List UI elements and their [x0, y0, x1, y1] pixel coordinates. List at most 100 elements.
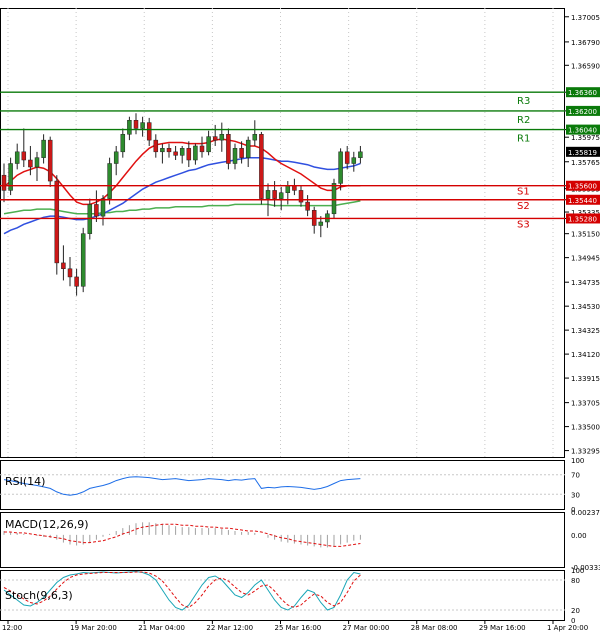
candle-body: [74, 276, 79, 287]
level-price-label: 1.35440: [568, 197, 597, 205]
candle-body: [173, 151, 178, 156]
candle-body: [193, 145, 198, 161]
time-tick-label: 27 Mar 00:00: [343, 624, 390, 632]
candle-body: [14, 151, 20, 164]
stoch-tick-label: 100: [571, 567, 584, 575]
candle-body: [1, 174, 7, 191]
time-tick-label: 21 Mar 04:00: [138, 624, 185, 632]
time-axis: 12:00 19 Mar 20:00 21 Mar 04:00 22 Mar 12:0…: [2, 620, 588, 632]
price-tick-label: 1.33295: [571, 448, 600, 456]
price-tick-label: 1.34735: [571, 279, 600, 287]
candle-body: [107, 163, 112, 199]
candle-body: [166, 148, 172, 153]
level-price-label: 1.36360: [568, 89, 597, 97]
candle-body: [239, 148, 244, 158]
chart: 1.37005 1.36790 1.36590 1.36360 1.36200 1.360…: [0, 8, 600, 632]
candle-body: [265, 190, 271, 199]
candle-body: [41, 139, 46, 158]
candle-body: [292, 185, 297, 191]
level-name-r1: R1: [517, 134, 530, 145]
price-tick-label: 1.34945: [571, 255, 600, 263]
level-price-label: 1.36040: [568, 127, 597, 135]
candle-body: [153, 139, 159, 153]
main-panel-frame: [0, 8, 565, 458]
macd-tick-label: 0.00237: [571, 509, 600, 517]
price-tick-label: 1.34325: [571, 327, 600, 335]
price-tick-label: 1.33915: [571, 375, 600, 383]
candle-body: [331, 183, 337, 215]
candle-body: [146, 122, 152, 141]
price-tick-label: 1.35150: [571, 231, 600, 239]
macd-tick-label: 0.00: [571, 532, 587, 540]
stoch-tick-label: 80: [571, 577, 580, 585]
candle-body: [140, 122, 145, 129]
level-name-r2: R2: [517, 115, 530, 126]
candle-body: [305, 201, 310, 211]
candle-body: [61, 262, 66, 269]
candle-body: [278, 192, 284, 199]
candle-body: [100, 198, 106, 217]
candle-body: [259, 134, 264, 199]
candle-body: [358, 151, 363, 158]
candle-body: [318, 221, 324, 226]
level-name-r3: R3: [517, 96, 530, 107]
candle-body: [127, 120, 132, 135]
level-price-label: 1.36200: [568, 108, 597, 116]
candle-body: [199, 145, 205, 153]
rsi-plot: [0, 474, 565, 496]
candle-body: [245, 139, 251, 158]
candle-body: [34, 157, 40, 168]
candle-body: [212, 136, 218, 141]
rsi-tick-label: 100: [571, 457, 584, 465]
time-tick-label: 29 Mar 16:00: [479, 624, 526, 632]
rsi-label: RSI(14): [5, 475, 45, 488]
price-tick-label: 1.33705: [571, 400, 600, 408]
candle-body: [206, 136, 211, 153]
time-tick-label: 1 Apr 20:00: [547, 624, 588, 632]
main-plot: [1, 113, 363, 296]
candle-body: [186, 148, 192, 161]
candle-body: [67, 268, 73, 278]
candle-body: [113, 151, 119, 164]
price-axis: 1.37005 1.36790 1.36590 1.36360 1.36200 1.360…: [565, 14, 600, 456]
rsi-line: [3, 476, 361, 496]
candle-body: [133, 120, 139, 129]
level-name-s1: S1: [517, 187, 530, 198]
rsi-tick-label: 70: [571, 472, 580, 480]
stoch-axis: 10080200: [571, 567, 584, 625]
candle-body: [80, 233, 86, 287]
candle-body: [120, 134, 126, 153]
candle-body: [226, 134, 231, 164]
candle-body: [47, 139, 53, 182]
stoch-tick-label: 20: [571, 607, 580, 615]
stoch-panel-frame: [0, 570, 565, 621]
candle-body: [285, 185, 291, 193]
candle-body: [54, 180, 60, 264]
level-name-s3: S3: [517, 219, 530, 230]
time-tick-label: 12:00: [2, 624, 22, 632]
rsi-panel-frame: [0, 460, 565, 510]
candle-body: [94, 204, 99, 217]
candle-body: [219, 134, 225, 141]
current-price-label: 1.35819: [568, 149, 597, 157]
time-tick-label: 28 Mar 08:00: [411, 624, 458, 632]
price-tick-label: 1.33500: [571, 424, 600, 432]
stoch-label: Stoch(9,6,3): [5, 589, 73, 602]
candle-body: [252, 134, 258, 141]
price-tick-label: 1.34120: [571, 351, 600, 359]
candle-body: [179, 148, 185, 156]
level-price-label: 1.35280: [568, 215, 597, 223]
candle-body: [351, 157, 357, 164]
candle-body: [338, 151, 343, 184]
price-tick-label: 1.37005: [571, 14, 600, 22]
candle-body: [160, 148, 165, 153]
stoch-plot: [0, 570, 565, 611]
candle-body: [272, 190, 277, 199]
price-tick-label: 1.36590: [571, 62, 600, 70]
candle-body: [232, 148, 238, 164]
level-price-label: 1.35600: [568, 183, 597, 191]
price-tick-label: 1.34530: [571, 303, 600, 311]
price-tick-label: 1.36790: [571, 39, 600, 47]
time-tick-label: 25 Mar 16:00: [275, 624, 322, 632]
price-tick-label: 1.35975: [571, 134, 600, 142]
